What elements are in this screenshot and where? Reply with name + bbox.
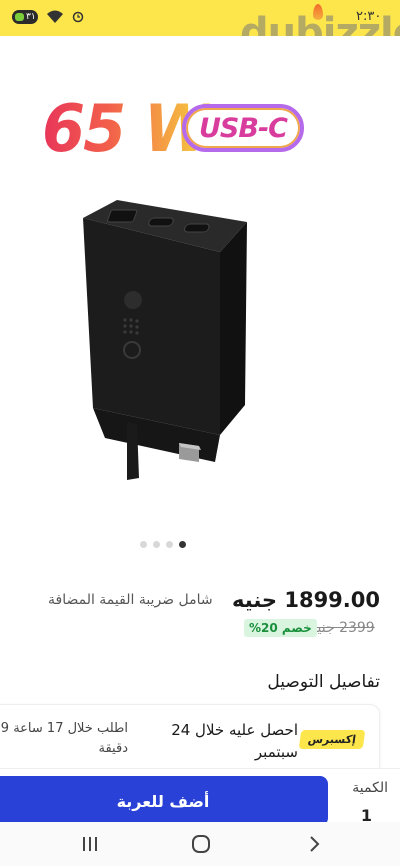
alarm-icon	[72, 11, 84, 23]
carousel-dot[interactable]	[166, 541, 173, 548]
wifi-icon	[47, 10, 63, 23]
express-badge: إكسبرس	[298, 730, 366, 749]
delivery-details-heading: تفاصيل التوصيل	[267, 672, 380, 692]
order-within-text: اطلب خلال 17 ساعة 9 دقيقة	[0, 721, 128, 756]
back-icon[interactable]	[299, 832, 329, 856]
battery-level: ٣١	[26, 12, 36, 22]
charger-image	[83, 200, 247, 480]
carousel-dot[interactable]	[153, 541, 160, 548]
product-price: 1899.00 جنيه	[232, 588, 380, 612]
carousel-dot-active[interactable]	[179, 541, 186, 548]
flame-icon	[313, 4, 323, 20]
delivery-date-text: احصل عليه خلال 24 سبتمبر	[171, 721, 298, 761]
usbc-badge: USB-C	[182, 104, 304, 152]
carousel-dots	[140, 541, 186, 548]
quantity-label: الكمية	[352, 780, 388, 796]
system-nav-bar	[0, 822, 400, 866]
carousel-dot[interactable]	[140, 541, 147, 548]
vat-note: شامل ضريبة القيمة المضافة	[48, 592, 213, 608]
home-icon[interactable]	[186, 832, 216, 856]
battery-icon: ٣١	[12, 10, 38, 24]
status-icons: ٣١	[12, 10, 84, 24]
old-price: 2399 جنيه	[310, 620, 375, 636]
recent-apps-icon[interactable]	[75, 832, 105, 856]
usbc-label: USB-C	[199, 112, 288, 144]
add-to-cart-button[interactable]: أضف للعربة	[0, 776, 328, 826]
discount-badge: خصم 20%	[244, 619, 317, 637]
